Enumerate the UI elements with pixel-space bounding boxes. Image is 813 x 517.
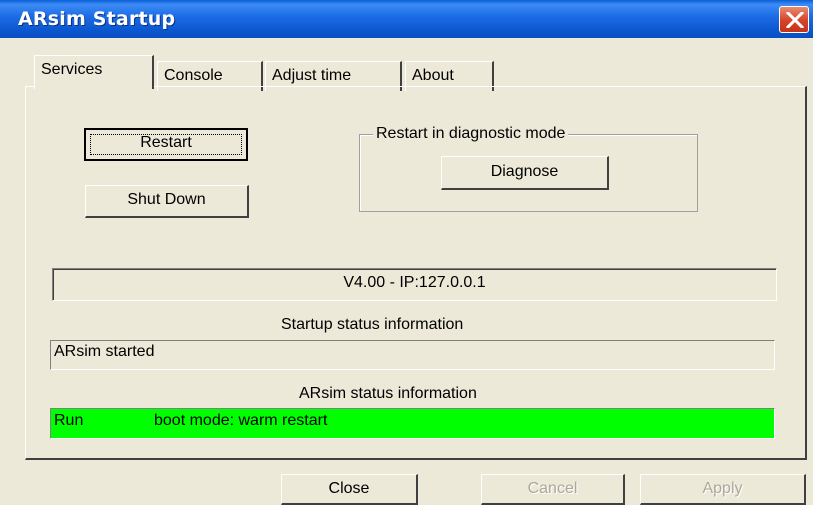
diagnose-button-label: Diagnose	[490, 163, 559, 180]
cancel-button-label: Cancel	[527, 480, 578, 497]
tab-about-label: About	[412, 67, 454, 84]
apply-button-label: Apply	[702, 480, 743, 497]
arsim-status-field: Run boot mode: warm restart	[50, 408, 775, 439]
close-button-label: Close	[328, 480, 370, 497]
focus-rect	[90, 134, 242, 155]
version-text: V4.00 - IP:127.0.0.1	[343, 274, 486, 291]
startup-dialog: ARsim Startup Services Console Adjust ti…	[0, 0, 813, 505]
window-title: ARsim Startup	[18, 8, 176, 30]
startup-status-value: ARsim started	[54, 343, 155, 360]
apply-button[interactable]: Apply	[640, 474, 806, 505]
startup-status-field: ARsim started	[50, 340, 775, 370]
tab-services-label: Services	[41, 61, 103, 78]
diagnose-button[interactable]: Diagnose	[441, 156, 609, 190]
shutdown-button-label: Shut Down	[127, 191, 206, 208]
restart-button[interactable]: Restart	[84, 128, 248, 161]
diagnostic-group-label: Restart in diagnostic mode	[373, 125, 569, 143]
window-close-button[interactable]	[779, 6, 809, 33]
arsim-status-label: ARsim status information	[299, 385, 477, 402]
shutdown-button[interactable]: Shut Down	[85, 185, 249, 218]
cancel-button[interactable]: Cancel	[481, 474, 625, 505]
tab-services[interactable]: Services	[34, 55, 154, 89]
close-x-icon	[786, 12, 804, 28]
title-bar[interactable]: ARsim Startup	[0, 0, 813, 38]
tab-adjust-time-label: Adjust time	[272, 67, 352, 84]
arsim-state: Run	[54, 412, 84, 429]
arsim-boot-mode: boot mode: warm restart	[154, 412, 328, 429]
startup-status-label: Startup status information	[281, 316, 464, 333]
close-button[interactable]: Close	[281, 474, 418, 505]
version-field: V4.00 - IP:127.0.0.1	[52, 268, 777, 301]
tab-console-label: Console	[164, 67, 223, 84]
